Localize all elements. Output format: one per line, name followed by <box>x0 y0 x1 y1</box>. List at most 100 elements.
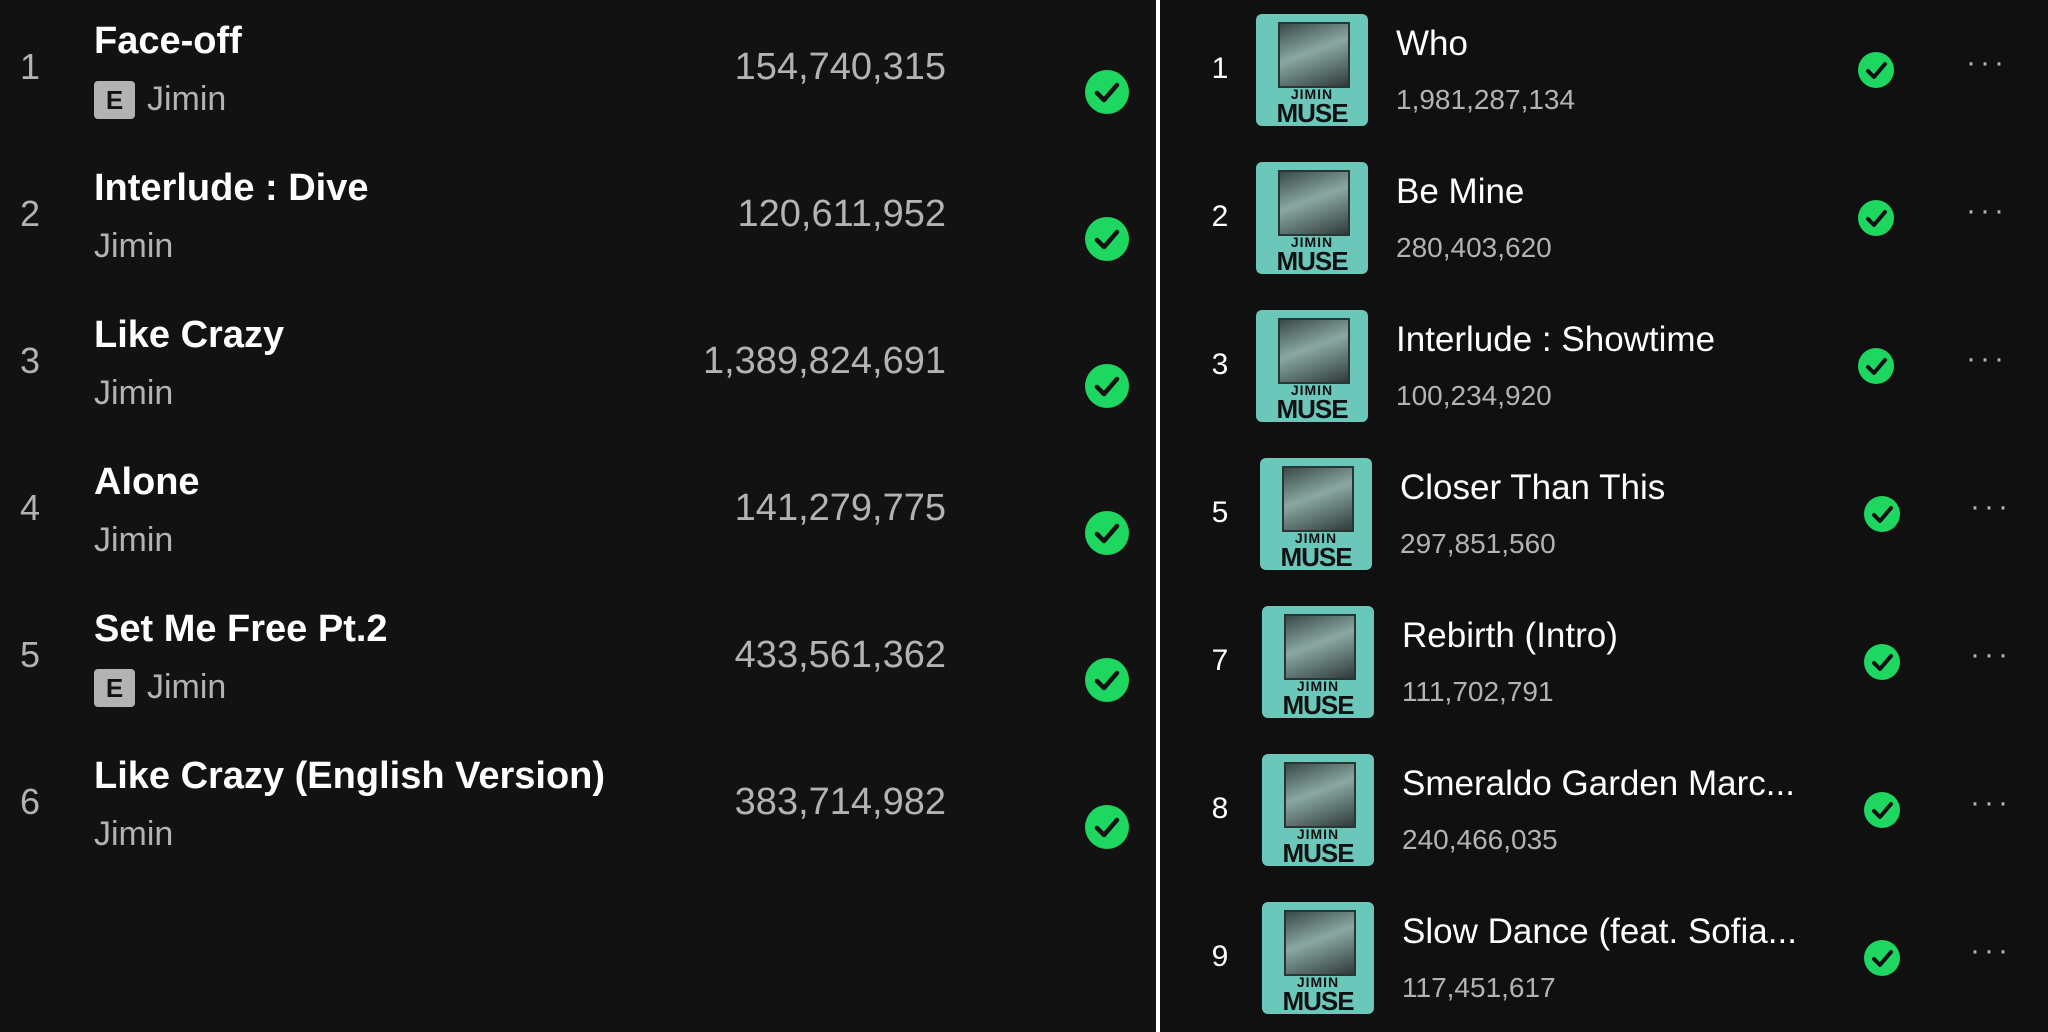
check-circle-icon[interactable] <box>1085 217 1129 261</box>
album-photo <box>1278 170 1350 236</box>
play-count: 1,389,824,691 <box>702 340 946 382</box>
track-number: 8 <box>1211 792 1229 825</box>
more-options-icon[interactable]: ··· <box>1966 936 2016 966</box>
track-number: 7 <box>1211 644 1229 677</box>
track-title[interactable]: Be Mine <box>1396 172 1524 212</box>
album-art-title: MUSE <box>1276 98 1348 126</box>
track-artist[interactable]: Jimin <box>94 227 173 266</box>
track-artist[interactable]: Jimin <box>147 80 226 119</box>
track-number: 2 <box>1211 200 1229 233</box>
track-number: 1 <box>19 46 41 87</box>
album-photo <box>1284 614 1356 680</box>
check-circle-icon[interactable] <box>1864 496 1900 532</box>
album-photo <box>1278 22 1350 88</box>
album-art-title: MUSE <box>1282 690 1354 718</box>
track-artist[interactable]: Jimin <box>94 521 173 560</box>
album-art: JIMIN MUSE <box>1260 458 1372 570</box>
album-art-title: MUSE <box>1282 986 1354 1014</box>
check-circle-icon[interactable] <box>1085 70 1129 114</box>
track-row[interactable]: 1 Face-off E Jimin 154,740,315 <box>0 0 1156 147</box>
track-row[interactable]: 2 Interlude : Dive Jimin 120,611,952 <box>0 147 1156 294</box>
track-title[interactable]: Interlude : Dive <box>94 167 369 210</box>
check-circle-icon[interactable] <box>1858 52 1894 88</box>
track-row[interactable]: 3 Like Crazy Jimin 1,389,824,691 <box>0 294 1156 441</box>
album-art: JIMIN MUSE <box>1262 902 1374 1014</box>
track-title[interactable]: Smeraldo Garden Marc... <box>1402 764 1795 804</box>
track-title[interactable]: Interlude : Showtime <box>1396 320 1715 360</box>
track-subtitle: Jimin <box>94 227 173 266</box>
check-circle-icon[interactable] <box>1858 200 1894 236</box>
track-row[interactable]: 1 JIMIN MUSE Who 1,981,287,134 ··· <box>1160 0 2048 148</box>
track-row[interactable]: 5 Set Me Free Pt.2 E Jimin 433,561,362 <box>0 588 1156 735</box>
track-number: 4 <box>19 487 41 528</box>
track-artist[interactable]: Jimin <box>94 374 173 413</box>
album-art: JIMIN MUSE <box>1262 754 1374 866</box>
play-count: 297,851,560 <box>1400 528 1556 559</box>
check-circle-icon[interactable] <box>1085 364 1129 408</box>
album-tracklist-panel: 1 JIMIN MUSE Who 1,981,287,134 ··· 2 JIM… <box>1160 0 2048 1032</box>
track-title[interactable]: Like Crazy (English Version) <box>94 755 605 798</box>
more-options-icon[interactable]: ··· <box>1962 196 2012 226</box>
album-art-title: MUSE <box>1282 838 1354 866</box>
track-title[interactable]: Closer Than This <box>1400 468 1665 508</box>
more-options-icon[interactable]: ··· <box>1962 48 2012 78</box>
check-circle-icon[interactable] <box>1864 792 1900 828</box>
track-title[interactable]: Face-off <box>94 20 242 63</box>
track-row[interactable]: 7 JIMIN MUSE Rebirth (Intro) 111,702,791… <box>1160 592 2048 740</box>
play-count: 117,451,617 <box>1402 972 1556 1003</box>
track-number: 9 <box>1211 940 1229 973</box>
play-count: 383,714,982 <box>734 781 946 823</box>
album-art-title: MUSE <box>1280 542 1352 570</box>
track-title[interactable]: Who <box>1396 24 1468 64</box>
track-number: 6 <box>19 781 41 822</box>
play-count: 1,981,287,134 <box>1396 84 1576 115</box>
album-art-title: MUSE <box>1276 394 1348 422</box>
album-art: JIMIN MUSE <box>1262 606 1374 718</box>
album-photo <box>1278 318 1350 384</box>
check-circle-icon[interactable] <box>1864 644 1900 680</box>
track-number: 5 <box>1211 496 1229 529</box>
track-row[interactable]: 5 JIMIN MUSE Closer Than This 297,851,56… <box>1160 444 2048 592</box>
track-row[interactable]: 8 JIMIN MUSE Smeraldo Garden Marc... 240… <box>1160 740 2048 888</box>
track-title[interactable]: Set Me Free Pt.2 <box>94 608 388 651</box>
more-options-icon[interactable]: ··· <box>1966 492 2016 522</box>
track-title[interactable]: Alone <box>94 461 200 504</box>
play-count: 141,279,775 <box>734 487 946 529</box>
track-number: 5 <box>19 634 41 675</box>
track-title[interactable]: Rebirth (Intro) <box>1402 616 1618 656</box>
track-number: 1 <box>1211 52 1229 85</box>
track-artist[interactable]: Jimin <box>147 668 226 707</box>
more-options-icon[interactable]: ··· <box>1962 344 2012 374</box>
track-subtitle: Jimin <box>94 521 173 560</box>
album-art: JIMIN MUSE <box>1256 14 1368 126</box>
explicit-badge: E <box>94 80 135 119</box>
album-art-title: MUSE <box>1276 246 1348 274</box>
more-options-icon[interactable]: ··· <box>1966 788 2016 818</box>
play-count: 100,234,920 <box>1396 380 1552 411</box>
track-row[interactable]: 4 Alone Jimin 141,279,775 <box>0 441 1156 588</box>
check-circle-icon[interactable] <box>1864 940 1900 976</box>
check-circle-icon[interactable] <box>1085 658 1129 702</box>
track-row[interactable]: 6 Like Crazy (English Version) Jimin 383… <box>0 735 1156 882</box>
play-count: 154,740,315 <box>734 46 946 88</box>
track-subtitle: Jimin <box>94 374 173 413</box>
check-circle-icon[interactable] <box>1858 348 1894 384</box>
track-subtitle: E Jimin <box>94 668 226 707</box>
album-art: JIMIN MUSE <box>1256 310 1368 422</box>
explicit-badge: E <box>94 668 135 707</box>
more-options-icon[interactable]: ··· <box>1966 640 2016 670</box>
track-artist[interactable]: Jimin <box>94 815 173 854</box>
play-count: 240,466,035 <box>1402 824 1558 855</box>
play-count: 433,561,362 <box>734 634 946 676</box>
track-row[interactable]: 2 JIMIN MUSE Be Mine 280,403,620 ··· <box>1160 148 2048 296</box>
track-number: 3 <box>1211 348 1229 381</box>
check-circle-icon[interactable] <box>1085 805 1129 849</box>
artist-top-tracks-panel: 1 Face-off E Jimin 154,740,315 2 Interlu… <box>0 0 1156 1032</box>
track-row[interactable]: 3 JIMIN MUSE Interlude : Showtime 100,23… <box>1160 296 2048 444</box>
track-title[interactable]: Like Crazy <box>94 314 284 357</box>
album-photo <box>1284 762 1356 828</box>
check-circle-icon[interactable] <box>1085 511 1129 555</box>
track-subtitle: E Jimin <box>94 80 226 119</box>
track-title[interactable]: Slow Dance (feat. Sofia... <box>1402 912 1797 952</box>
track-row[interactable]: 9 JIMIN MUSE Slow Dance (feat. Sofia... … <box>1160 888 2048 1032</box>
